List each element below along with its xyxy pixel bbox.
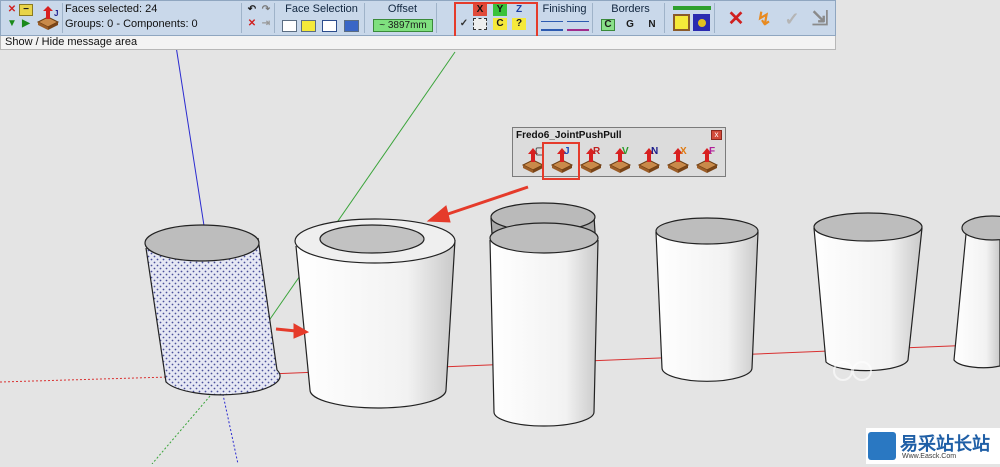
skip-icon[interactable]: ⇥: [259, 18, 273, 30]
erase-icon[interactable]: ✕: [725, 9, 747, 29]
tool-letter: F: [709, 146, 716, 157]
selected-cylinder: [144, 224, 281, 396]
undo-redo-group: ↶ ↷ ✕ ⇥: [241, 3, 275, 33]
validate-icon[interactable]: ✓: [781, 9, 803, 29]
watermark-logo: [868, 432, 896, 460]
green-axis-dotted: [151, 395, 211, 465]
border-c-button[interactable]: C: [601, 19, 615, 31]
undo-icon[interactable]: ↶: [245, 4, 259, 16]
box-wireframe-icon[interactable]: [673, 14, 690, 31]
exit-icon[interactable]: ⇲: [807, 7, 833, 31]
face-selection-group: Face Selection: [279, 3, 365, 33]
palette-title: Fredo6_JointPushPull: [516, 130, 622, 141]
tool-round-pushpull[interactable]: R: [579, 146, 603, 174]
border-g-button[interactable]: G: [623, 19, 637, 31]
tool-letter: X: [680, 146, 687, 157]
face-selection-label: Face Selection: [285, 3, 358, 15]
borders-group: Borders C G N: [597, 3, 665, 33]
finishing-group: Finishing: [537, 3, 593, 33]
finishing-erase-icon[interactable]: [567, 21, 589, 31]
fredo-toolbar: ✕ − ▼ ▶ J Faces selected: 24 Groups: 0 -…: [0, 0, 836, 36]
border-n-button[interactable]: N: [645, 19, 659, 31]
display-group: [669, 3, 715, 33]
plain-cylinder-5: [813, 212, 923, 372]
color-swatch-icon[interactable]: [693, 14, 710, 31]
finishing-label: Finishing: [542, 3, 587, 15]
borders-label: Borders: [611, 3, 650, 15]
tool-vector-pushpull-v[interactable]: V: [608, 146, 632, 174]
finishing-keep-icon[interactable]: [541, 21, 563, 31]
blue-axis: [175, 45, 206, 233]
offset-field[interactable]: ~ 3897mm: [373, 19, 433, 32]
groups-components-label: Groups: 0 - Components: 0: [65, 18, 198, 30]
joint-tool-highlight-box: [542, 142, 580, 180]
display-bar-icon: [673, 6, 711, 10]
close-icon[interactable]: x: [711, 130, 722, 140]
grid-faces-icon[interactable]: [322, 20, 337, 32]
svg-text:J: J: [54, 9, 58, 18]
cancel-icon[interactable]: ✕: [245, 18, 259, 30]
redo-icon[interactable]: ↷: [259, 4, 273, 16]
modeling-viewport[interactable]: [0, 0, 1000, 465]
minimize-icon[interactable]: −: [19, 4, 33, 16]
joint-pushpull-icon: J: [36, 6, 60, 30]
watermark: 易采站长站 Www.Easck.Com: [866, 428, 1000, 464]
commit-icon[interactable]: ↯: [753, 9, 775, 29]
tool-letter: N: [651, 146, 659, 157]
tool-letter: R: [593, 146, 601, 157]
scene-canvas: [0, 45, 1000, 465]
message-area[interactable]: Show / Hide message area: [0, 36, 836, 50]
tool-normal-pushpull[interactable]: N: [637, 146, 661, 174]
tool-letter: V: [622, 146, 629, 157]
surface-faces-icon[interactable]: [344, 20, 359, 32]
connected-faces-icon[interactable]: [301, 20, 316, 32]
offset-label: Offset: [387, 3, 418, 15]
single-face-icon[interactable]: [282, 20, 297, 32]
faces-selected-label: Faces selected: 24: [65, 3, 158, 15]
hollow-cylinder: [294, 218, 456, 409]
arrow-right-icon[interactable]: ▶: [19, 18, 33, 30]
toolbar-controls: ✕ − ▼ ▶ J: [3, 3, 63, 33]
tool-extrude-pushpull[interactable]: X: [666, 146, 690, 174]
watermark-url: Www.Easck.Com: [902, 453, 957, 460]
stacked-cylinder: [489, 202, 599, 427]
plain-cylinder-6: [953, 215, 1000, 369]
blue-axis-dotted: [221, 389, 239, 465]
arrow-down-icon[interactable]: ▼: [5, 18, 19, 30]
offset-group: Offset ~ 3897mm: [369, 3, 437, 33]
tool-follow-pushpull[interactable]: F: [695, 146, 719, 174]
follow-pushpull-icon: [695, 148, 719, 173]
plain-cylinder-4: [655, 217, 759, 382]
close-icon[interactable]: ✕: [5, 4, 19, 16]
